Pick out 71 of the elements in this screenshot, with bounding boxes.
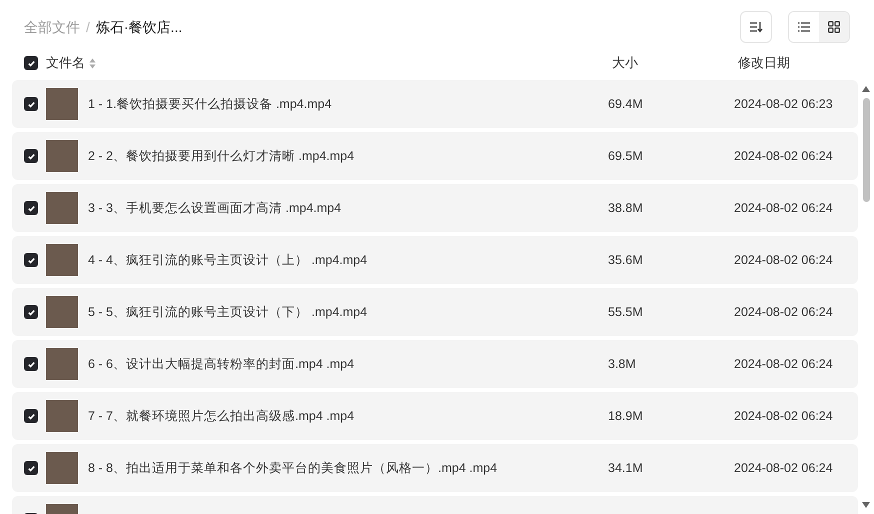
modified-date: 2024-08-02 06:24: [734, 252, 834, 269]
size-column-header: 大小: [612, 54, 639, 72]
list-icon: [798, 22, 810, 32]
check-icon: [26, 464, 36, 472]
file-size: 34.1M: [608, 460, 644, 477]
date-column-header: 修改日期: [738, 54, 791, 72]
file-name[interactable]: 8 - 8、拍出适用于菜单和各个外卖平台的美食照片（风格一）.mp4 .mp4: [88, 458, 498, 478]
check-icon: [26, 58, 36, 68]
checkbox[interactable]: [24, 461, 38, 475]
modified-date: 2024-08-02 06:24: [734, 304, 834, 321]
modified-date: 2024-08-02 06:23: [734, 96, 834, 113]
file-size: 69.5M: [608, 148, 644, 165]
file-name[interactable]: 5 - 5、疯狂引流的账号主页设计（下） .mp4.mp4: [88, 302, 368, 322]
file-row[interactable]: 1 - 1.餐饮拍摄要买什么拍摄设备 .mp4.mp4 69.4M 2024-08-02 06:23: [12, 80, 858, 128]
file-row[interactable]: 4 - 4、疯狂引流的账号主页设计（上） .mp4.mp4 35.6M 2024-08-02 06:24: [12, 236, 858, 284]
video-thumbnail: [46, 244, 78, 276]
modified-date: 2024-08-02 06:24: [734, 200, 834, 217]
file-row[interactable]: 2 - 2、餐饮拍摄要用到什么灯才清晰 .mp4.mp4 69.5M 2024-08-02 06:24: [12, 132, 858, 180]
file-size: 38.8M: [608, 200, 644, 217]
check-icon: [26, 204, 36, 212]
check-icon: [26, 256, 36, 264]
name-column-header[interactable]: 文件名: [46, 53, 85, 73]
breadcrumb-separator: /: [86, 18, 90, 36]
scroll-down-icon[interactable]: [862, 502, 870, 508]
file-name[interactable]: 3 - 3、手机要怎么设置画面才高清 .mp4.mp4: [88, 198, 342, 218]
breadcrumb-item[interactable]: 炼石·餐饮店...: [96, 16, 182, 38]
file-row[interactable]: 7 - 7、就餐环境照片怎么拍出高级感.mp4 .mp4 18.9M 2024-08-02 06:24: [12, 392, 858, 440]
grid-icon: [828, 21, 840, 33]
sort-icon: [749, 21, 763, 33]
checkbox[interactable]: [24, 56, 38, 70]
video-thumbnail: [46, 88, 78, 120]
video-thumbnail: [46, 192, 78, 224]
grid-view-button[interactable]: [819, 12, 849, 42]
file-row[interactable]: 8 - 8、拍出适用于菜单和各个外卖平台的美食照片（风格一）.mp4 .mp4 34.1M 2024-08-02 06:24: [12, 444, 858, 492]
sort-button[interactable]: [740, 11, 772, 43]
file-name[interactable]: 6 - 6、设计出大幅提高转粉率的封面.mp4 .mp4: [88, 354, 354, 374]
modified-date: 2024-08-02 06:24: [734, 356, 834, 373]
sort-arrows-icon: [89, 58, 96, 68]
check-icon: [26, 308, 36, 316]
file-size: 18.9M: [608, 408, 644, 425]
file-row[interactable]: 3 - 3、手机要怎么设置画面才高清 .mp4.mp4 38.8M 2024-08-02 06:24: [12, 184, 858, 232]
checkbox[interactable]: [24, 409, 38, 423]
video-thumbnail: [46, 140, 78, 172]
checkbox[interactable]: [24, 253, 38, 267]
file-row[interactable]: 5 - 5、疯狂引流的账号主页设计（下） .mp4.mp4 55.5M 2024-08-02 06:24: [12, 288, 858, 336]
check-icon: [26, 412, 36, 420]
video-thumbnail: [46, 296, 78, 328]
check-icon: [26, 152, 36, 160]
check-icon: [26, 360, 36, 368]
modified-date: 2024-08-02 06:24: [734, 460, 834, 477]
modified-date: 2024-08-02 06:24: [734, 408, 834, 425]
checkbox[interactable]: [24, 305, 38, 319]
checkbox[interactable]: [24, 97, 38, 111]
scroll-up-icon[interactable]: [862, 86, 870, 92]
checkbox[interactable]: [24, 201, 38, 215]
file-size: 35.6M: [608, 252, 644, 269]
file-row[interactable]: 6 - 6、设计出大幅提高转粉率的封面.mp4 .mp4 3.8M 2024-08-02 06:24: [12, 340, 858, 388]
checkbox[interactable]: [24, 149, 38, 163]
file-name[interactable]: 2 - 2、餐饮拍摄要用到什么灯才清晰 .mp4.mp4: [88, 146, 354, 166]
file-size: 55.5M: [608, 304, 644, 321]
video-thumbnail: [46, 400, 78, 432]
file-name[interactable]: 4 - 4、疯狂引流的账号主页设计（上） .mp4.mp4: [88, 250, 368, 270]
modified-date: 2024-08-02 06:24: [734, 148, 834, 165]
checkbox[interactable]: [24, 357, 38, 371]
file-name[interactable]: 7 - 7、就餐环境照片怎么拍出高级感.mp4 .mp4: [88, 406, 354, 426]
video-thumbnail: [46, 348, 78, 380]
file-size: 69.4M: [608, 96, 644, 113]
file-size: 3.8M: [608, 356, 637, 373]
file-name[interactable]: 1 - 1.餐饮拍摄要买什么拍摄设备 .mp4.mp4: [88, 94, 332, 114]
video-thumbnail: [46, 452, 78, 484]
check-icon: [26, 100, 36, 108]
